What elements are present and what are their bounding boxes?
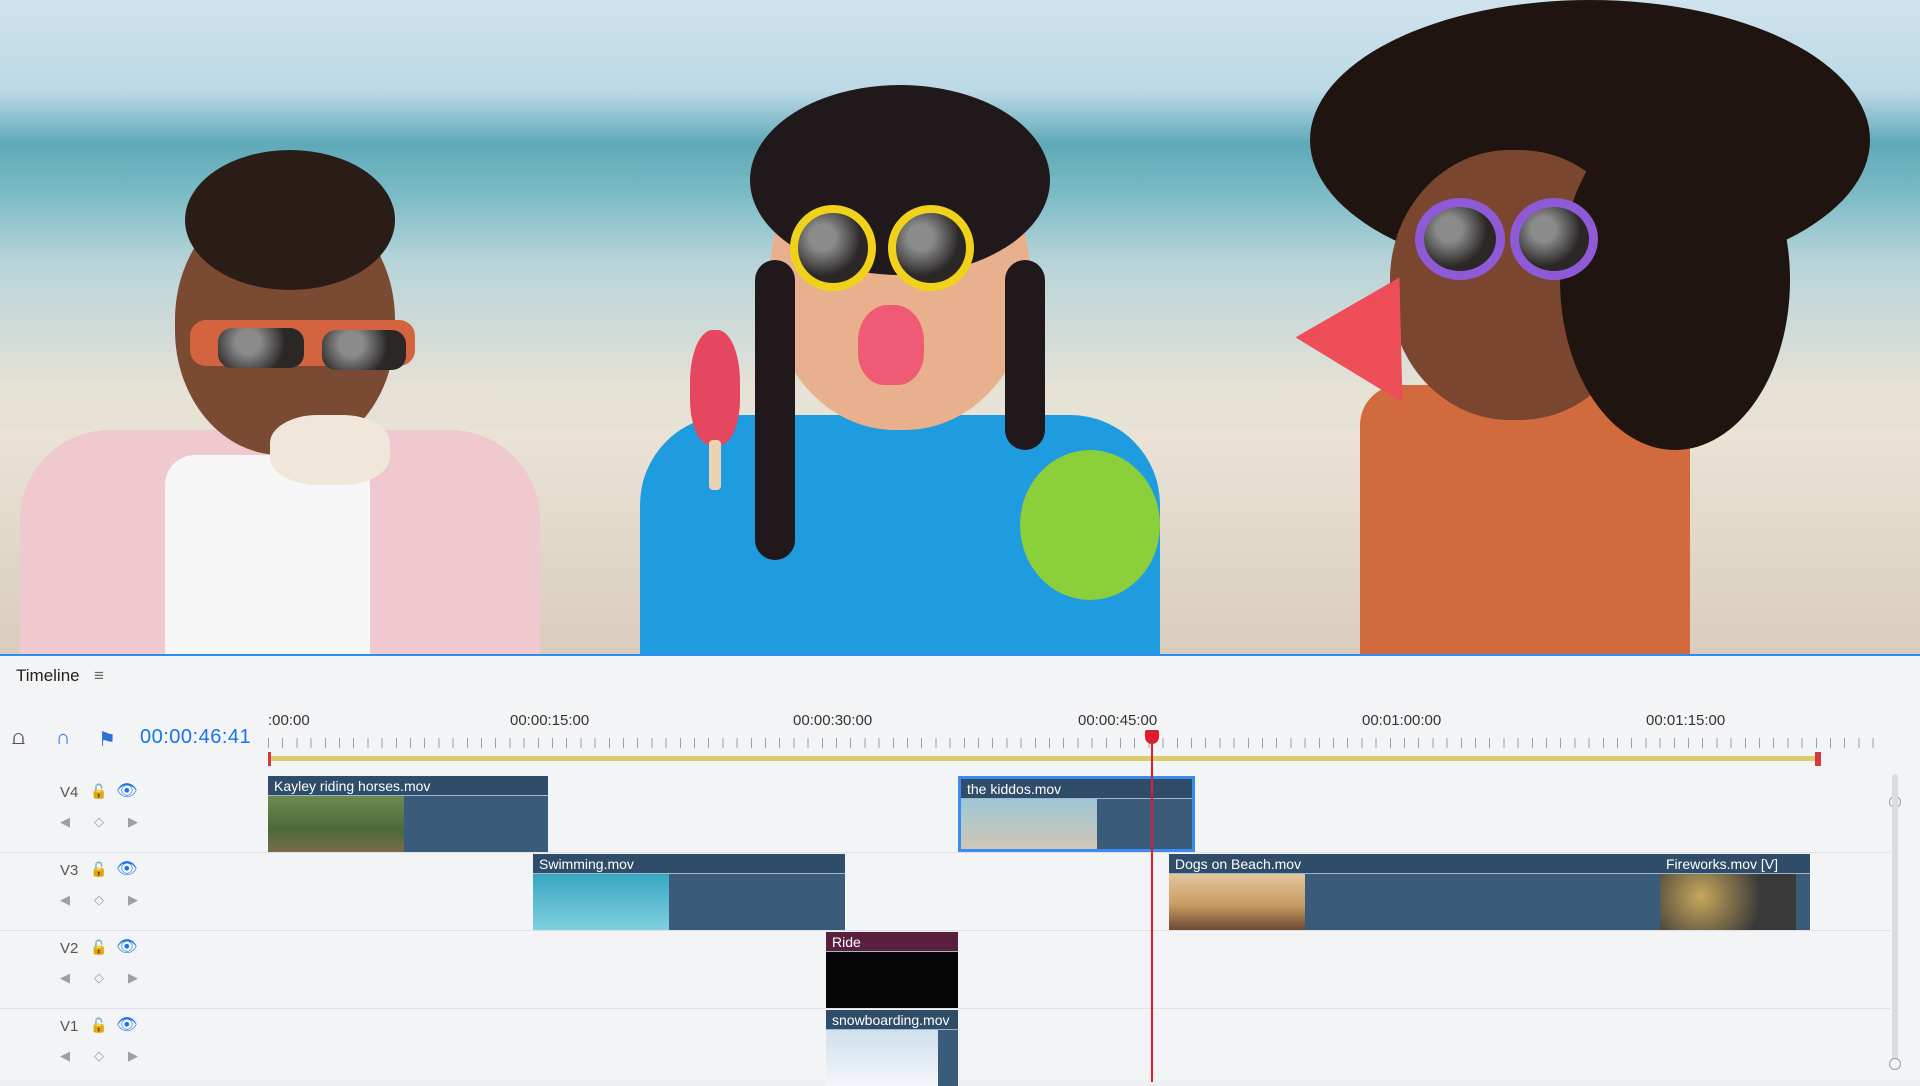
scroll-down-handle[interactable] — [1889, 1058, 1901, 1070]
track-header-v3: V3 🔓 👁 ◀ ◇ ▶ — [0, 852, 268, 928]
eye-icon[interactable]: 👁 — [116, 937, 138, 957]
next-keyframe-icon[interactable]: ▶ — [128, 814, 138, 830]
timeline-clip[interactable]: Dogs on Beach.mov — [1169, 854, 1660, 930]
track-header-v4: V4 🔓 👁 ◀ ◇ ▶ — [0, 774, 268, 850]
clip-label: Swimming.mov — [533, 854, 845, 874]
lock-icon[interactable]: 🔓 — [90, 861, 107, 878]
timeline-clip[interactable]: the kiddos.mov — [958, 776, 1195, 852]
timeline-panel: Timeline ≡ ⩍ ∩ ⚑ 00:00:46:41 :00:00 00:0… — [0, 654, 1920, 1086]
timeline-clip[interactable]: Kayley riding horses.mov — [268, 776, 548, 852]
ruler-label: 00:00:45:00 — [1078, 712, 1158, 729]
clip-label: Dogs on Beach.mov — [1169, 854, 1660, 874]
video-preview — [0, 0, 1920, 654]
vertical-scrollbar[interactable] — [1892, 774, 1898, 1070]
work-area-start-handle[interactable] — [268, 752, 271, 766]
lock-icon[interactable]: 🔓 — [90, 783, 107, 800]
timeline-clip[interactable]: Swimming.mov — [533, 854, 845, 930]
ruler-ticks — [268, 738, 1878, 748]
work-area-bar[interactable] — [268, 756, 1818, 761]
clip-thumbnail — [533, 874, 669, 930]
ruler-label: 00:00:15:00 — [510, 712, 590, 729]
lock-icon[interactable]: 🔓 — [90, 939, 107, 956]
track-divider — [0, 852, 1890, 853]
ruler-label: 00:01:15:00 — [1646, 712, 1726, 729]
eye-icon[interactable]: 👁 — [116, 781, 138, 801]
ruler-label: 00:00:30:00 — [793, 712, 873, 729]
keyframe-icon[interactable]: ◇ — [94, 814, 104, 830]
playhead-handle[interactable] — [1145, 730, 1159, 744]
current-timecode[interactable]: 00:00:46:41 — [140, 726, 251, 749]
panel-title: Timeline — [16, 666, 80, 685]
timeline-clip[interactable]: Fireworks.mov [V] — [1660, 854, 1810, 930]
keyframe-icon[interactable]: ◇ — [94, 892, 104, 908]
track-divider — [0, 930, 1890, 931]
clip-label: the kiddos.mov — [961, 779, 1192, 799]
previous-keyframe-icon[interactable]: ◀ — [60, 892, 70, 908]
hamburger-icon[interactable]: ≡ — [94, 666, 104, 686]
timeline-clip[interactable]: snowboarding.mov — [826, 1010, 958, 1086]
clip-thumbnail — [961, 799, 1097, 849]
playhead-line[interactable] — [1151, 730, 1153, 1082]
time-ruler[interactable]: :00:00 00:00:15:00 00:00:30:00 00:00:45:… — [268, 712, 1878, 748]
next-keyframe-icon[interactable]: ▶ — [128, 1048, 138, 1064]
lock-icon[interactable]: 🔓 — [90, 1017, 107, 1034]
clip-label: Fireworks.mov [V] — [1660, 854, 1810, 874]
insert-track-icon[interactable]: ⩍ — [12, 727, 25, 750]
eye-icon[interactable]: 👁 — [116, 859, 138, 879]
next-keyframe-icon[interactable]: ▶ — [128, 892, 138, 908]
clip-thumbnail — [1169, 874, 1305, 930]
clip-label: Kayley riding horses.mov — [268, 776, 548, 796]
track-name: V4 — [60, 784, 79, 801]
snap-magnet-icon[interactable]: ∩ — [56, 727, 70, 750]
clip-thumbnail — [1660, 874, 1796, 930]
previous-keyframe-icon[interactable]: ◀ — [60, 814, 70, 830]
previous-keyframe-icon[interactable]: ◀ — [60, 970, 70, 986]
marker-flag-icon[interactable]: ⚑ — [98, 727, 116, 752]
track-name: V1 — [60, 1018, 79, 1035]
previous-keyframe-icon[interactable]: ◀ — [60, 1048, 70, 1064]
track-header-v1: V1 🔓 👁 ◀ ◇ ▶ — [0, 1008, 268, 1084]
eye-icon[interactable]: 👁 — [116, 1015, 138, 1035]
ruler-label: :00:00 — [268, 712, 310, 729]
ruler-label: 00:01:00:00 — [1362, 712, 1442, 729]
clip-thumbnail — [826, 1030, 938, 1086]
timeline-clip[interactable]: Ride — [826, 932, 958, 1008]
work-area-end-handle[interactable] — [1815, 752, 1821, 766]
clip-label: Ride — [826, 932, 958, 952]
next-keyframe-icon[interactable]: ▶ — [128, 970, 138, 986]
clip-label: snowboarding.mov — [826, 1010, 958, 1030]
track-name: V2 — [60, 940, 79, 957]
clip-thumbnail — [268, 796, 404, 852]
keyframe-icon[interactable]: ◇ — [94, 970, 104, 986]
track-divider — [0, 1008, 1890, 1009]
track-name: V3 — [60, 862, 79, 879]
keyframe-icon[interactable]: ◇ — [94, 1048, 104, 1064]
track-header-v2: V2 🔓 👁 ◀ ◇ ▶ — [0, 930, 268, 1006]
